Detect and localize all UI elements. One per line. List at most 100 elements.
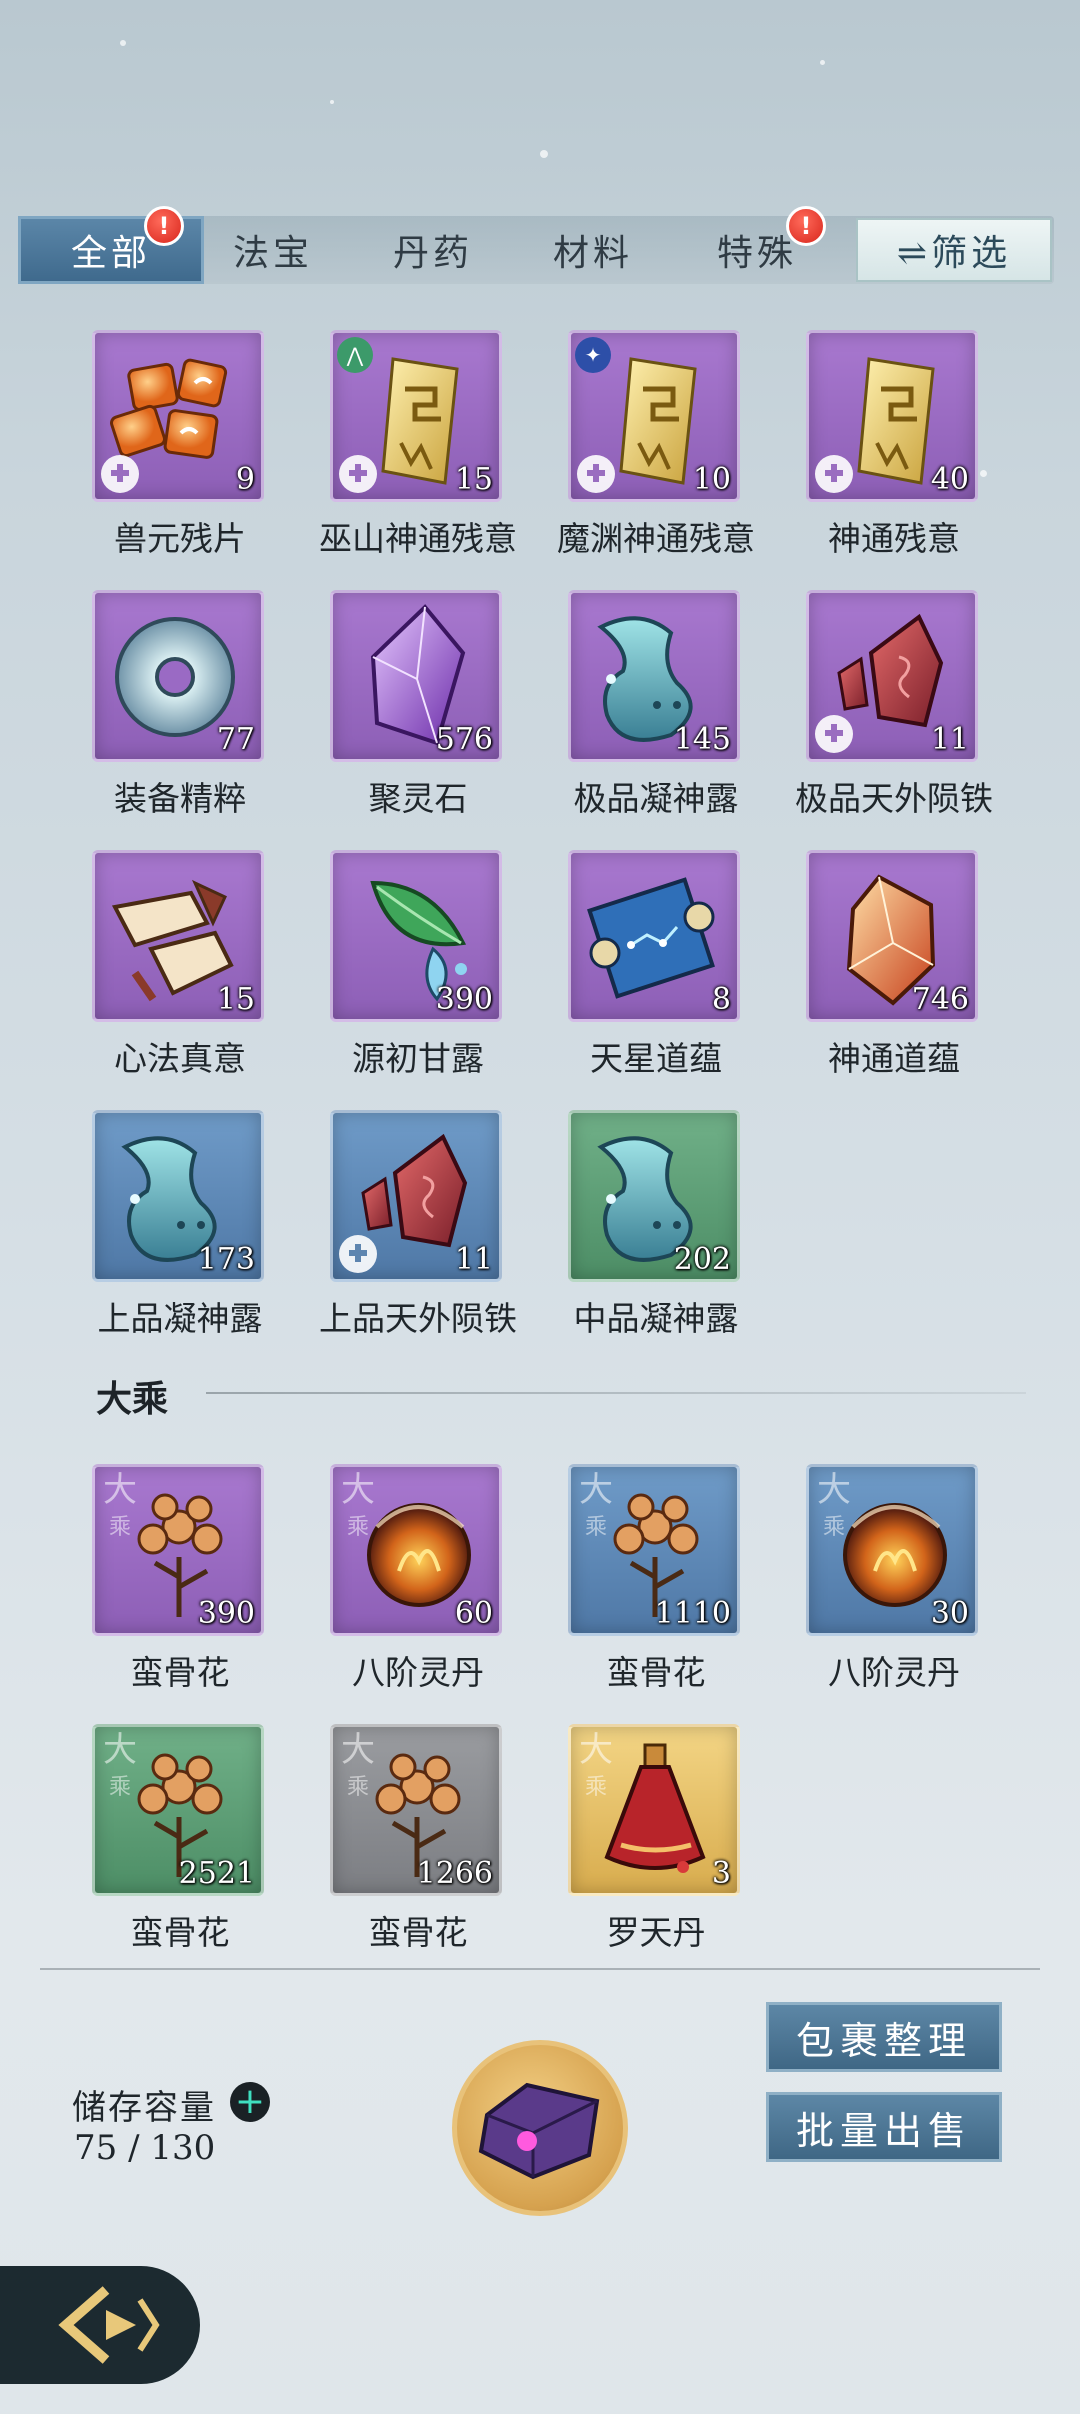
bulk-sell-button[interactable]: 批量出售	[766, 2092, 1002, 2162]
item-name: 聚灵石	[368, 779, 468, 818]
fragment-icon	[339, 1235, 377, 1273]
snow-speck	[120, 40, 126, 46]
item-name: 天星道蕴	[590, 1039, 722, 1078]
fragment-icon	[815, 715, 853, 753]
item-tile: 77	[92, 590, 264, 762]
item-name: 神通道蕴	[828, 1039, 960, 1078]
item-tile: 大 乘 2521	[92, 1724, 264, 1896]
item-name: 蛮骨花	[130, 1913, 230, 1952]
inventory-item[interactable]: 11 极品天外陨铁	[795, 590, 993, 818]
item-count: 1110	[654, 1596, 731, 1631]
item-count: 1266	[416, 1856, 493, 1891]
item-count: 390	[435, 982, 493, 1017]
tab-label: 特殊	[716, 233, 797, 274]
back-button[interactable]	[0, 2266, 200, 2384]
item-tile: 大 乘 60	[330, 1464, 502, 1636]
item-count: 746	[911, 982, 969, 1017]
filter-button[interactable]: ⇌筛选	[856, 218, 1052, 282]
item-name: 八阶灵丹	[828, 1653, 960, 1692]
item-count: 145	[673, 722, 731, 757]
inventory-item[interactable]: 大 乘 60 八阶灵丹	[330, 1464, 506, 1692]
inventory-item[interactable]: 11 上品天外陨铁	[319, 1110, 517, 1338]
item-name: 罗天丹	[606, 1913, 706, 1952]
item-count: 11	[930, 722, 969, 757]
item-tile: 大 乘 1110	[568, 1464, 740, 1636]
inventory-item[interactable]: 大 乘 1110 蛮骨花	[568, 1464, 744, 1692]
fragment-icon	[815, 455, 853, 493]
inventory-item[interactable]: ⋀ 15 巫山神通残意	[319, 330, 517, 558]
item-tile: 大 乘 30	[806, 1464, 978, 1636]
item-count: 173	[197, 1242, 255, 1277]
item-name: 装备精粹	[114, 779, 246, 818]
inventory-item[interactable]: 大 乘 2521 蛮骨花	[92, 1724, 268, 1952]
item-count: 15	[454, 462, 493, 497]
inventory-item[interactable]: 15 心法真意	[92, 850, 268, 1078]
item-tile: 173	[92, 1110, 264, 1282]
item-tile: 大 乘 390	[92, 1464, 264, 1636]
item-name: 上品天外陨铁	[319, 1299, 517, 1338]
inventory-item[interactable]: 145 极品凝神露	[568, 590, 744, 818]
inventory-item[interactable]: 390 源初甘露	[330, 850, 506, 1078]
item-count: 30	[930, 1596, 969, 1631]
bottom-divider	[40, 1968, 1040, 1970]
tab-pills[interactable]: 丹药	[340, 216, 526, 284]
snow-speck	[820, 60, 825, 65]
inventory-item[interactable]: 大 乘 1266 蛮骨花	[330, 1724, 506, 1952]
item-name: 心法真意	[114, 1039, 246, 1078]
item-count: 2521	[178, 1856, 255, 1891]
inventory-item[interactable]: 40 神通残意	[806, 330, 982, 558]
item-name: 蛮骨花	[606, 1653, 706, 1692]
item-tile: 15	[92, 850, 264, 1022]
snow-speck	[540, 150, 548, 158]
inventory-item[interactable]: 大 乘 3 罗天丹	[568, 1724, 744, 1952]
inventory-item[interactable]: 大 乘 30 八阶灵丹	[806, 1464, 982, 1692]
item-tile: 746	[806, 850, 978, 1022]
item-tile: 11	[806, 590, 978, 762]
inventory-item[interactable]: 173 上品凝神露	[92, 1110, 268, 1338]
tab-materials[interactable]: 材料	[500, 216, 686, 284]
item-name: 上品凝神露	[97, 1299, 263, 1338]
fragment-icon	[577, 455, 615, 493]
item-count: 8	[711, 982, 731, 1017]
inventory-item[interactable]: 202 中品凝神露	[568, 1110, 744, 1338]
item-tile: 11	[330, 1110, 502, 1282]
item-count: 3	[711, 1856, 731, 1891]
alert-badge-icon: !	[144, 206, 184, 246]
item-name: 蛮骨花	[368, 1913, 468, 1952]
inventory-item[interactable]: 8 天星道蕴	[568, 850, 744, 1078]
item-tile: ⋀ 15	[330, 330, 502, 502]
blue-faction-icon: ✦	[575, 337, 611, 373]
expand-storage-icon[interactable]: +	[230, 2082, 270, 2122]
alert-badge-icon: !	[786, 206, 826, 246]
item-name: 蛮骨花	[130, 1653, 230, 1692]
item-count: 576	[435, 722, 493, 757]
inventory-item[interactable]: 746 神通道蕴	[806, 850, 982, 1078]
storage-capacity-value: 75 / 130	[74, 2128, 216, 2168]
item-name: 极品凝神露	[573, 779, 739, 818]
back-arrow-icon	[58, 2286, 160, 2364]
item-count: 77	[216, 722, 255, 757]
filter-label: ⇌筛选	[896, 233, 1012, 274]
tab-label: 全部	[70, 233, 151, 274]
item-name: 八阶灵丹	[352, 1653, 484, 1692]
tab-treasure[interactable]: 法宝	[180, 216, 366, 284]
inventory-item[interactable]: 576 聚灵石	[330, 590, 506, 818]
bag-button[interactable]	[452, 2040, 628, 2216]
fragment-icon	[339, 455, 377, 493]
item-count: 11	[454, 1242, 493, 1277]
inventory-item[interactable]: ✦ 10 魔渊神通残意	[557, 330, 755, 558]
snow-speck	[330, 100, 334, 104]
item-tile: ✦ 10	[568, 330, 740, 502]
item-name: 魔渊神通残意	[557, 519, 755, 558]
purple-bag-icon	[478, 2082, 600, 2180]
inventory-item[interactable]: 大 乘 390 蛮骨花	[92, 1464, 268, 1692]
item-tile: 390	[330, 850, 502, 1022]
organize-button[interactable]: 包裹整理	[766, 2002, 1002, 2072]
item-name: 源初甘露	[352, 1039, 484, 1078]
item-name: 极品天外陨铁	[795, 779, 993, 818]
item-tile: 145	[568, 590, 740, 762]
item-name: 神通残意	[828, 519, 960, 558]
inventory-item[interactable]: 9 兽元残片	[92, 330, 268, 558]
inventory-item[interactable]: 77 装备精粹	[92, 590, 268, 818]
button-label: 批量出售	[795, 2108, 972, 2153]
